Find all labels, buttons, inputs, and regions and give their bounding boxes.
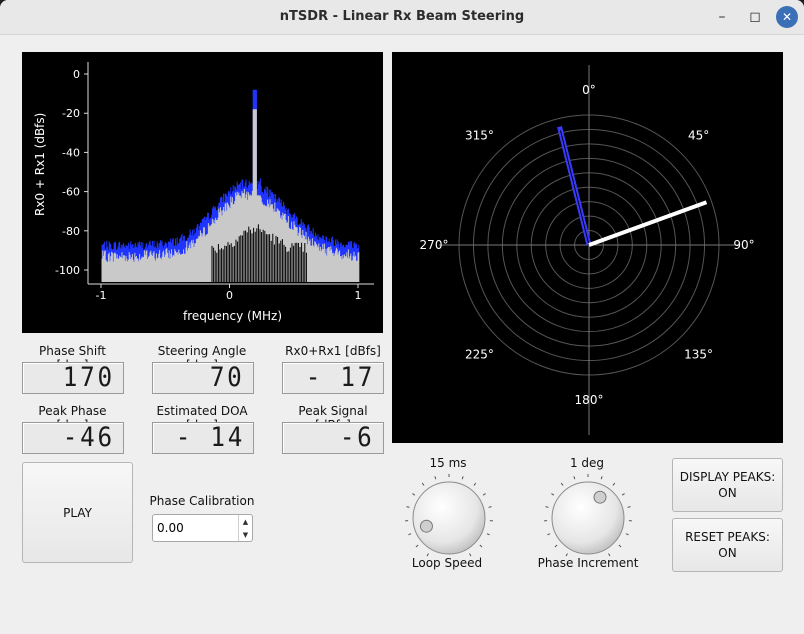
spectrum-ytick-label: -60 — [62, 186, 80, 199]
phase-shift-display: 170 — [22, 362, 124, 394]
dial-tick — [406, 506, 410, 508]
estimated-doa-value: - 14 — [175, 422, 245, 453]
spectrum-ytick-label: 0 — [73, 68, 80, 81]
dial-tick — [551, 493, 555, 496]
title-bar: nTSDR - Linear Rx Beam Steering – ◻ ✕ — [0, 0, 804, 35]
polar-angle-label: 0° — [582, 83, 596, 97]
close-button[interactable]: ✕ — [776, 6, 798, 28]
polar-angle-label: 135° — [684, 348, 713, 362]
polar-angle-label: 45° — [688, 128, 709, 142]
phase-increment-dial[interactable] — [543, 473, 633, 563]
polar-angle-label: 270° — [420, 238, 449, 252]
dial-tick — [554, 544, 558, 548]
dial-tick — [560, 482, 564, 486]
dial-tick — [482, 493, 486, 496]
phase-calibration-label: Phase Calibration — [149, 494, 255, 508]
phase-increment-label: Phase Increment — [537, 556, 639, 570]
dial-tick — [573, 476, 576, 480]
maximize-button[interactable]: ◻ — [744, 6, 766, 28]
display-peaks-title: DISPLAY PEAKS: — [679, 470, 776, 484]
dial-notch-icon — [419, 519, 433, 533]
rx-sum-label: Rx0+Rx1 [dBfs] — [285, 344, 381, 358]
loop-speed-value: 15 ms — [429, 456, 467, 470]
dial-tick — [479, 544, 483, 548]
dial-tick — [618, 544, 622, 548]
spin-down-icon[interactable]: ▼ — [239, 528, 252, 541]
app-window: nTSDR - Linear Rx Beam Steering – ◻ ✕ 0 -… — [0, 0, 804, 634]
dial-notch-icon — [593, 490, 607, 504]
minimize-button[interactable]: – — [711, 6, 733, 28]
peak-signal-display: -6 — [282, 422, 384, 454]
spinbox-arrows[interactable]: ▲ ▼ — [238, 515, 252, 541]
spectrum-ytick-label: -20 — [62, 107, 80, 120]
loop-speed-label: Loop Speed — [411, 556, 483, 570]
dial-tick — [547, 533, 551, 536]
dial-tick — [434, 476, 437, 480]
phase-increment-value: 1 deg — [569, 456, 605, 470]
reset-peaks-state: ON — [718, 546, 737, 560]
spectrum-xlabel: frequency (MHz) — [183, 309, 282, 323]
phase-shift-value: 170 — [62, 362, 115, 393]
play-button[interactable]: PLAY — [22, 462, 133, 563]
polar-plot: 0° 45° 90° 135° 180° 225° 270° 315° — [392, 52, 783, 443]
dial-tick — [421, 482, 425, 486]
spectrum-xtick-label: 0 — [226, 289, 233, 302]
reset-peaks-title: RESET PEAKS: — [685, 530, 770, 544]
spectrum-svg: 0 -20 -40 -60 -80 -100 -1 0 1 frequency (MHz) R… — [33, 62, 374, 323]
spectrum-plot: 0 -20 -40 -60 -80 -100 -1 0 1 frequency (MHz) R… — [22, 52, 383, 333]
dial-tick — [412, 493, 416, 496]
dial-knob[interactable] — [551, 481, 625, 555]
peak-phase-value: -46 — [62, 422, 115, 453]
steering-angle-display: 70 — [152, 362, 254, 394]
spectrum-ytick-label: -40 — [62, 146, 80, 159]
steering-direction-line — [588, 200, 708, 247]
dial-tick — [461, 476, 464, 480]
polar-angle-label: 180° — [575, 393, 604, 407]
peak-phase-display: -46 — [22, 422, 124, 454]
rx-sum-display: - 17 — [282, 362, 384, 394]
phase-calibration-input[interactable] — [155, 518, 237, 538]
spin-up-icon[interactable]: ▲ — [239, 515, 252, 528]
spectrum-ylabel: Rx0 + Rx1 (dBfs) — [33, 113, 47, 216]
polar-svg: 0° 45° 90° 135° 180° 225° 270° 315° — [420, 65, 755, 435]
spectrum-ytick-label: -80 — [62, 225, 80, 238]
dial-tick — [408, 533, 412, 536]
polar-angle-label: 225° — [465, 348, 494, 362]
spectrum-xtick-label: 1 — [355, 289, 362, 302]
dial-tick — [625, 533, 629, 536]
rx-sum-value: - 17 — [305, 362, 375, 393]
dial-tick — [415, 544, 419, 548]
dial-tick — [473, 482, 477, 486]
spectrum-ytick-label: -100 — [55, 264, 80, 277]
peak-signal-value: -6 — [340, 422, 375, 453]
polar-angle-label: 90° — [733, 238, 754, 252]
phase-calibration-spinbox[interactable]: ▲ ▼ — [152, 514, 253, 542]
polar-angle-label: 315° — [465, 128, 494, 142]
loop-speed-dial[interactable] — [404, 473, 494, 563]
dial-tick — [488, 506, 492, 508]
dial-tick — [627, 506, 631, 508]
display-peaks-button[interactable]: DISPLAY PEAKS: ON — [672, 458, 783, 512]
reset-peaks-button[interactable]: RESET PEAKS: ON — [672, 518, 783, 572]
spectrum-xtick-label: -1 — [96, 289, 107, 302]
dial-knob[interactable] — [412, 481, 486, 555]
dial-tick — [612, 482, 616, 486]
display-peaks-state: ON — [718, 486, 737, 500]
dial-tick — [621, 493, 625, 496]
estimated-doa-display: - 14 — [152, 422, 254, 454]
dial-tick — [545, 506, 549, 508]
dial-tick — [600, 476, 603, 480]
steering-angle-value: 70 — [210, 362, 245, 393]
window-title: nTSDR - Linear Rx Beam Steering — [279, 9, 525, 24]
dial-tick — [486, 533, 490, 536]
